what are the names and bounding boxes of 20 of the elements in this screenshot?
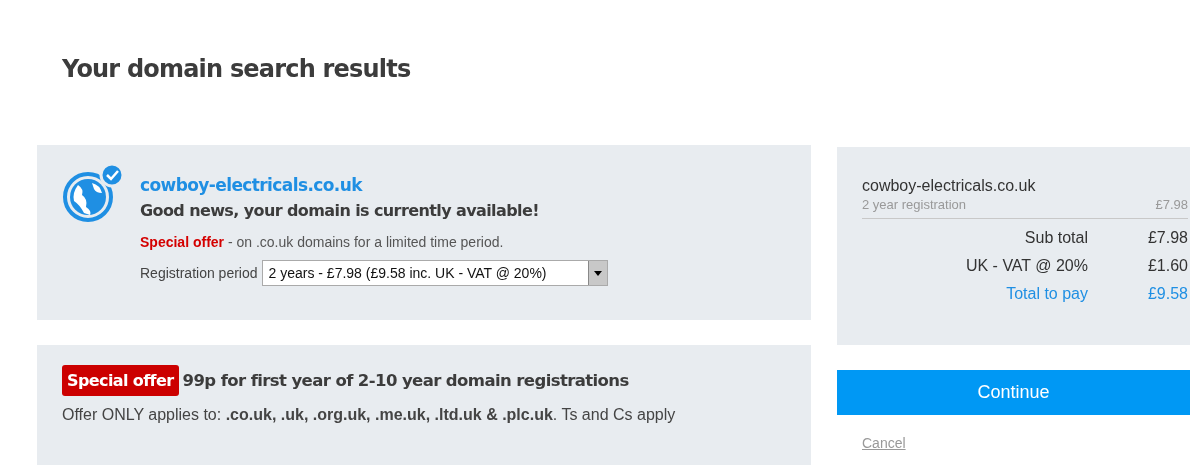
period-label: Registration period: [140, 265, 258, 281]
summary-amount: £9.58: [1146, 285, 1188, 303]
offer-badge: Special offer: [62, 365, 179, 396]
item-price: £7.98: [1155, 197, 1188, 212]
summary-label: Total to pay: [1006, 285, 1088, 303]
domain-name: cowboy-electricals.co.uk: [140, 175, 364, 195]
summary-amount: £7.98: [1146, 229, 1188, 247]
availability-headline: Good news, your domain is currently available!: [140, 201, 540, 220]
offer-text: Special offer - on .co.uk domains for a limited time period.: [140, 234, 505, 250]
item-detail: 2 year registration: [862, 197, 967, 212]
summary-label: Sub total: [1024, 229, 1088, 247]
page-title: Your domain search results: [61, 54, 412, 85]
summary-label: UK - VAT @ 20%: [965, 257, 1088, 275]
cancel-link[interactable]: Cancel: [862, 435, 906, 451]
period-select[interactable]: 2 years - £7.98 (£9.58 inc. UK - VAT @ 20%): [261, 260, 608, 286]
promo-note: Offer ONLY applies to: .co.uk, .uk, .org.uk, .me.uk, .ltd.uk & .plc.uk. Ts and Cs apply: [62, 406, 677, 424]
promo-headline: 99p for first year of 2-10 year domain registrations: [182, 371, 629, 390]
continue-button[interactable]: Continue: [837, 370, 1190, 415]
summary-item: cowboy-electricals.co.uk: [862, 177, 1037, 195]
summary-amount: £1.60: [1146, 257, 1188, 275]
